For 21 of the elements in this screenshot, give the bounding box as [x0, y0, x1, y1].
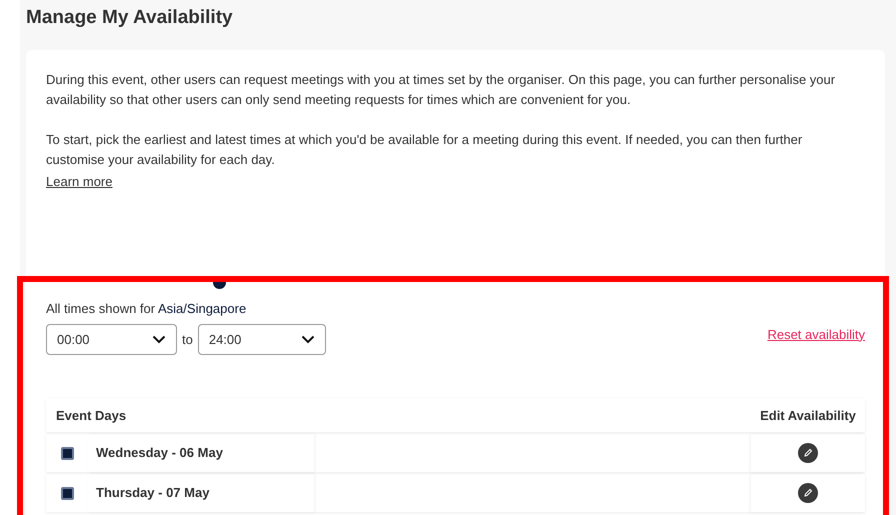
end-time-select[interactable]: 24:00	[198, 324, 326, 355]
column-header: Edit Availability	[751, 399, 865, 432]
chevron-down-icon	[300, 335, 315, 344]
to-label: to	[182, 330, 193, 349]
day-checkbox[interactable]	[60, 446, 74, 460]
day-checkbox[interactable]	[60, 486, 74, 500]
page-title: Manage My Availability	[26, 6, 234, 30]
pencil-icon	[803, 448, 813, 458]
column-header: Event Days	[46, 399, 751, 432]
edit-pencil-button[interactable]	[798, 483, 818, 503]
intro-paragraph: During this event, other users can request meetings with you at times set by the organiser. On this page, you can further personalise your availability so that other users can only send meeting requests for times which are convenient for you.	[46, 71, 836, 109]
edit-pencil-button[interactable]	[798, 443, 818, 463]
chevron-down-icon	[152, 335, 166, 344]
start-time-select[interactable]: 00:00	[46, 324, 177, 355]
timezone-text: All times shown for Asia/Singapore	[46, 300, 248, 318]
pencil-icon	[803, 488, 813, 498]
intro-paragraph: To start, pick the earliest and latest times at which you'd be available for a meeting during this event. If needed, you can then further customise your availability for each day.	[46, 131, 804, 169]
table-cell: Thursday - 07 May	[88, 474, 314, 512]
reset-availability-link[interactable]: Reset availability	[767, 324, 865, 344]
learn-more-link[interactable]: Learn more	[46, 174, 112, 189]
table-cell: Wednesday - 06 May	[88, 434, 314, 472]
